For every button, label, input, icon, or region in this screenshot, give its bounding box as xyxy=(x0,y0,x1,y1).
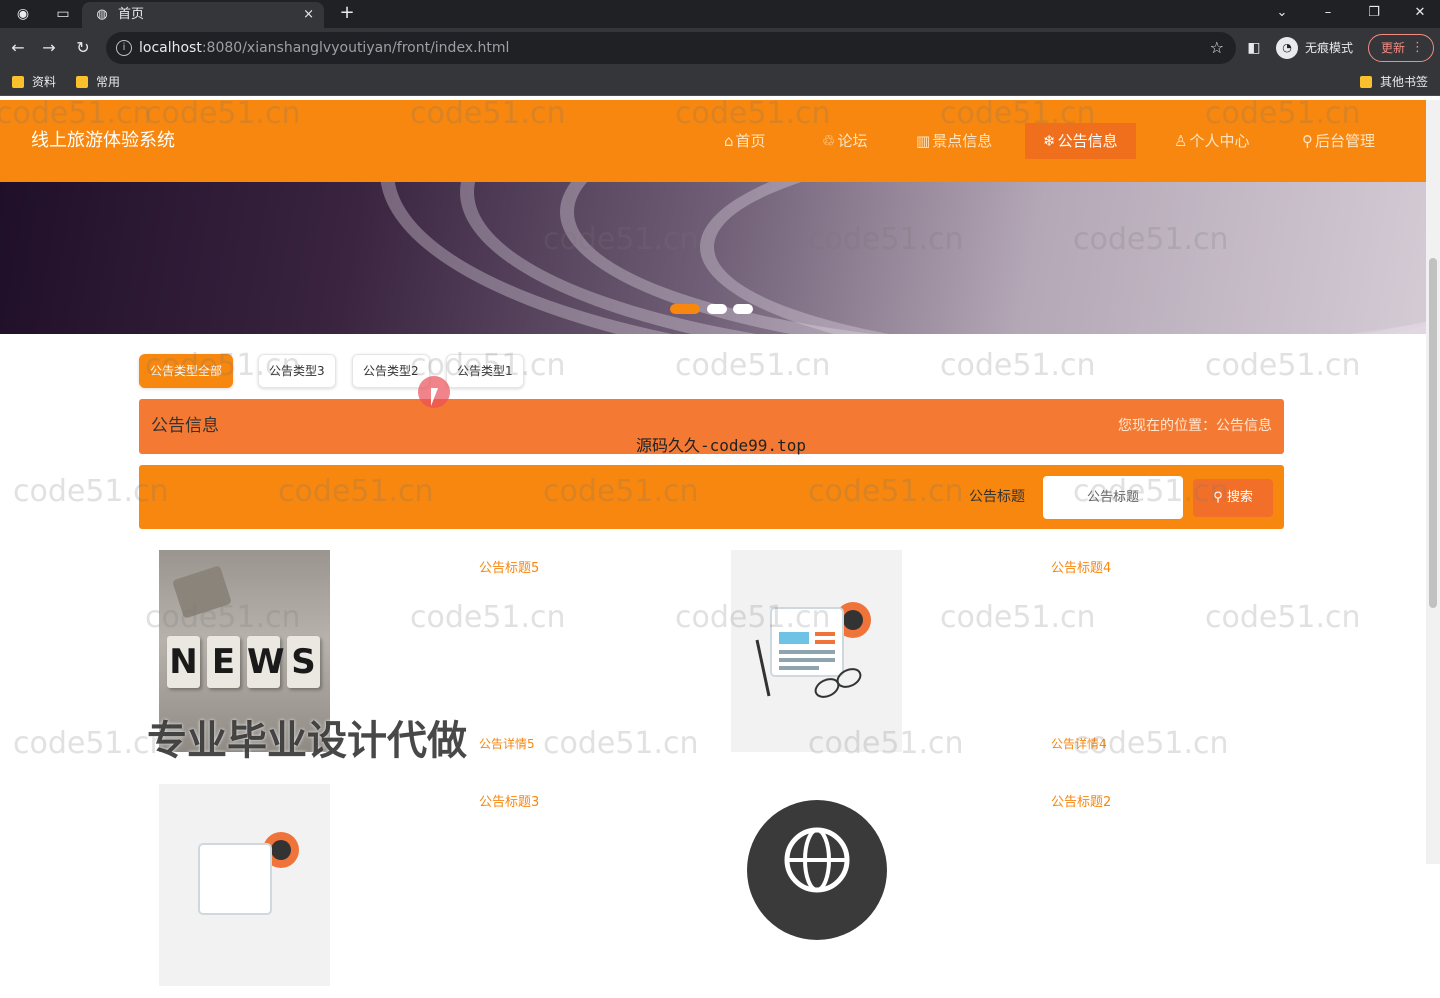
notice-detail: 公告详情5 xyxy=(479,737,535,751)
bookmarks-bar: 资料 常用 其他书签 xyxy=(0,68,1440,96)
back-icon[interactable]: ← xyxy=(7,37,29,59)
minimize-icon[interactable]: – xyxy=(1316,2,1340,24)
mouse-cursor-icon xyxy=(431,388,438,406)
nav-announcements[interactable]: ❄ 公告信息 xyxy=(1025,123,1136,159)
section-title: 公告信息 xyxy=(151,416,219,436)
watermark: code51.cn xyxy=(1205,348,1361,383)
carousel-dot-2[interactable] xyxy=(707,304,727,314)
notice-thumbnail[interactable] xyxy=(159,784,330,986)
url-text[interactable]: localhost:8080/xianshanglvyoutiyan/front… xyxy=(139,39,509,57)
tab-search-icon[interactable]: ▭ xyxy=(54,5,72,23)
notice-card[interactable]: 公告标题4 公告详情4 xyxy=(711,550,1271,764)
new-tab-button[interactable]: + xyxy=(336,2,358,24)
incognito-icon: ◔ xyxy=(1276,37,1298,59)
restore-icon[interactable]: ❐ xyxy=(1362,2,1386,24)
nav-home[interactable]: ⌂ 首页 xyxy=(706,123,784,159)
notice-thumbnail[interactable] xyxy=(731,784,902,986)
house-shape xyxy=(172,565,232,619)
filter-type-2[interactable]: 公告类型2 xyxy=(352,354,430,388)
nav-attractions[interactable]: ▥ 景点信息 xyxy=(898,123,1010,159)
address-bar[interactable]: i localhost:8080/xianshanglvyoutiyan/fro… xyxy=(106,32,1236,64)
folder-icon xyxy=(12,76,24,88)
scrollbar-thumb[interactable] xyxy=(1429,258,1437,608)
bookmark-star-icon[interactable]: ☆ xyxy=(1210,38,1224,58)
close-tab-icon[interactable]: × xyxy=(303,6,314,24)
snowflake-icon: ❄ xyxy=(1043,132,1056,150)
carousel-dot-1[interactable] xyxy=(670,304,700,314)
search-button[interactable]: ⚲ 搜索 xyxy=(1193,479,1273,517)
browser-tab-bar: ◉ ▭ ◍ 首页 × + ⌄ – ❐ ✕ xyxy=(0,0,1440,28)
folder-icon xyxy=(1360,76,1372,88)
watermark: code51.cn xyxy=(675,348,831,383)
watermark-center-text: 源码久久-code99.top xyxy=(636,436,806,455)
incognito-label: 无痕模式 xyxy=(1305,41,1354,55)
reload-icon[interactable]: ↻ xyxy=(72,37,94,59)
watermark: code51.cn xyxy=(940,348,1096,383)
news-letter-cube: S xyxy=(287,636,320,688)
nav-forum[interactable]: ♲ 论坛 xyxy=(804,123,885,159)
nav-personal-center[interactable]: ♙ 个人中心 xyxy=(1156,123,1267,159)
site-info-icon[interactable]: i xyxy=(116,40,132,56)
more-menu-icon[interactable]: ⋮ xyxy=(1411,35,1424,61)
home-icon: ⌂ xyxy=(724,132,734,150)
nav-admin[interactable]: ⚲ 后台管理 xyxy=(1284,123,1393,159)
page-scrollbar[interactable] xyxy=(1426,100,1440,864)
search-bar: 公告标题 ⚲ 搜索 xyxy=(139,465,1284,529)
bookmark-folder-changyong[interactable]: 常用 xyxy=(74,73,120,91)
update-button[interactable]: 更新 ⋮ xyxy=(1368,34,1434,62)
browser-menu-icon[interactable]: ◉ xyxy=(14,5,32,23)
banner-wave xyxy=(700,182,1426,334)
side-panel-icon[interactable]: ◧ xyxy=(1244,37,1264,59)
news-letter-cube: E xyxy=(207,636,240,688)
site-header: 线上旅游体验系统 ⌂ 首页 ♲ 论坛 ▥ 景点信息 ❄ 公告信息 ♙ 个人中心 ⚲ 后台管理 xyxy=(0,100,1440,182)
notice-title[interactable]: 公告标题4 xyxy=(1051,560,1111,578)
notice-thumbnail[interactable] xyxy=(731,550,902,752)
news-letter-cube: W xyxy=(247,636,285,688)
newspaper-illustration xyxy=(198,832,299,915)
globe-illustration xyxy=(747,800,887,940)
link-icon: ⚲ xyxy=(1302,132,1313,150)
search-label: 公告标题 xyxy=(969,489,1025,505)
carousel-dot-3[interactable] xyxy=(733,304,753,314)
grid-icon: ▥ xyxy=(916,132,931,150)
tab-title: 首页 xyxy=(118,7,145,22)
watermark-bottom-text: 专业毕业设计代做 xyxy=(147,718,467,764)
notice-card[interactable]: 公告标题2 xyxy=(711,784,1271,998)
folder-icon xyxy=(76,76,88,88)
notice-title[interactable]: 公告标题3 xyxy=(479,794,539,812)
search-icon: ⚲ xyxy=(1213,490,1227,505)
filter-type-1[interactable]: 公告类型1 xyxy=(446,354,524,388)
notice-title[interactable]: 公告标题5 xyxy=(479,560,539,578)
news-letter-cube: N xyxy=(167,636,200,688)
browser-tab-home[interactable]: ◍ 首页 × xyxy=(82,2,324,28)
bookmark-folder-other[interactable]: 其他书签 xyxy=(1358,73,1428,91)
browser-toolbar: ← → ↻ i localhost:8080/xianshanglvyoutiy… xyxy=(0,28,1440,68)
site-title: 线上旅游体验系统 xyxy=(31,130,175,151)
newspaper-illustration xyxy=(755,602,871,698)
filter-type-all[interactable]: 公告类型全部 xyxy=(139,354,234,388)
filter-type-3[interactable]: 公告类型3 xyxy=(258,354,336,388)
notice-title[interactable]: 公告标题2 xyxy=(1051,794,1111,812)
user-icon: ♙ xyxy=(1174,132,1188,150)
forward-icon[interactable]: → xyxy=(38,37,60,59)
notice-detail: 公告详情4 xyxy=(1051,737,1107,751)
bookmark-folder-ziliao[interactable]: 资料 xyxy=(10,73,56,91)
notice-card[interactable]: 公告标题3 xyxy=(139,784,699,998)
tab-list-icon[interactable]: ⌄ xyxy=(1270,2,1294,24)
close-window-icon[interactable]: ✕ xyxy=(1408,2,1432,24)
search-input[interactable] xyxy=(1043,476,1183,519)
globe-icon: ◍ xyxy=(96,7,108,22)
breadcrumb: 您现在的位置：公告信息 xyxy=(1118,418,1272,434)
forum-icon: ♲ xyxy=(822,132,836,150)
